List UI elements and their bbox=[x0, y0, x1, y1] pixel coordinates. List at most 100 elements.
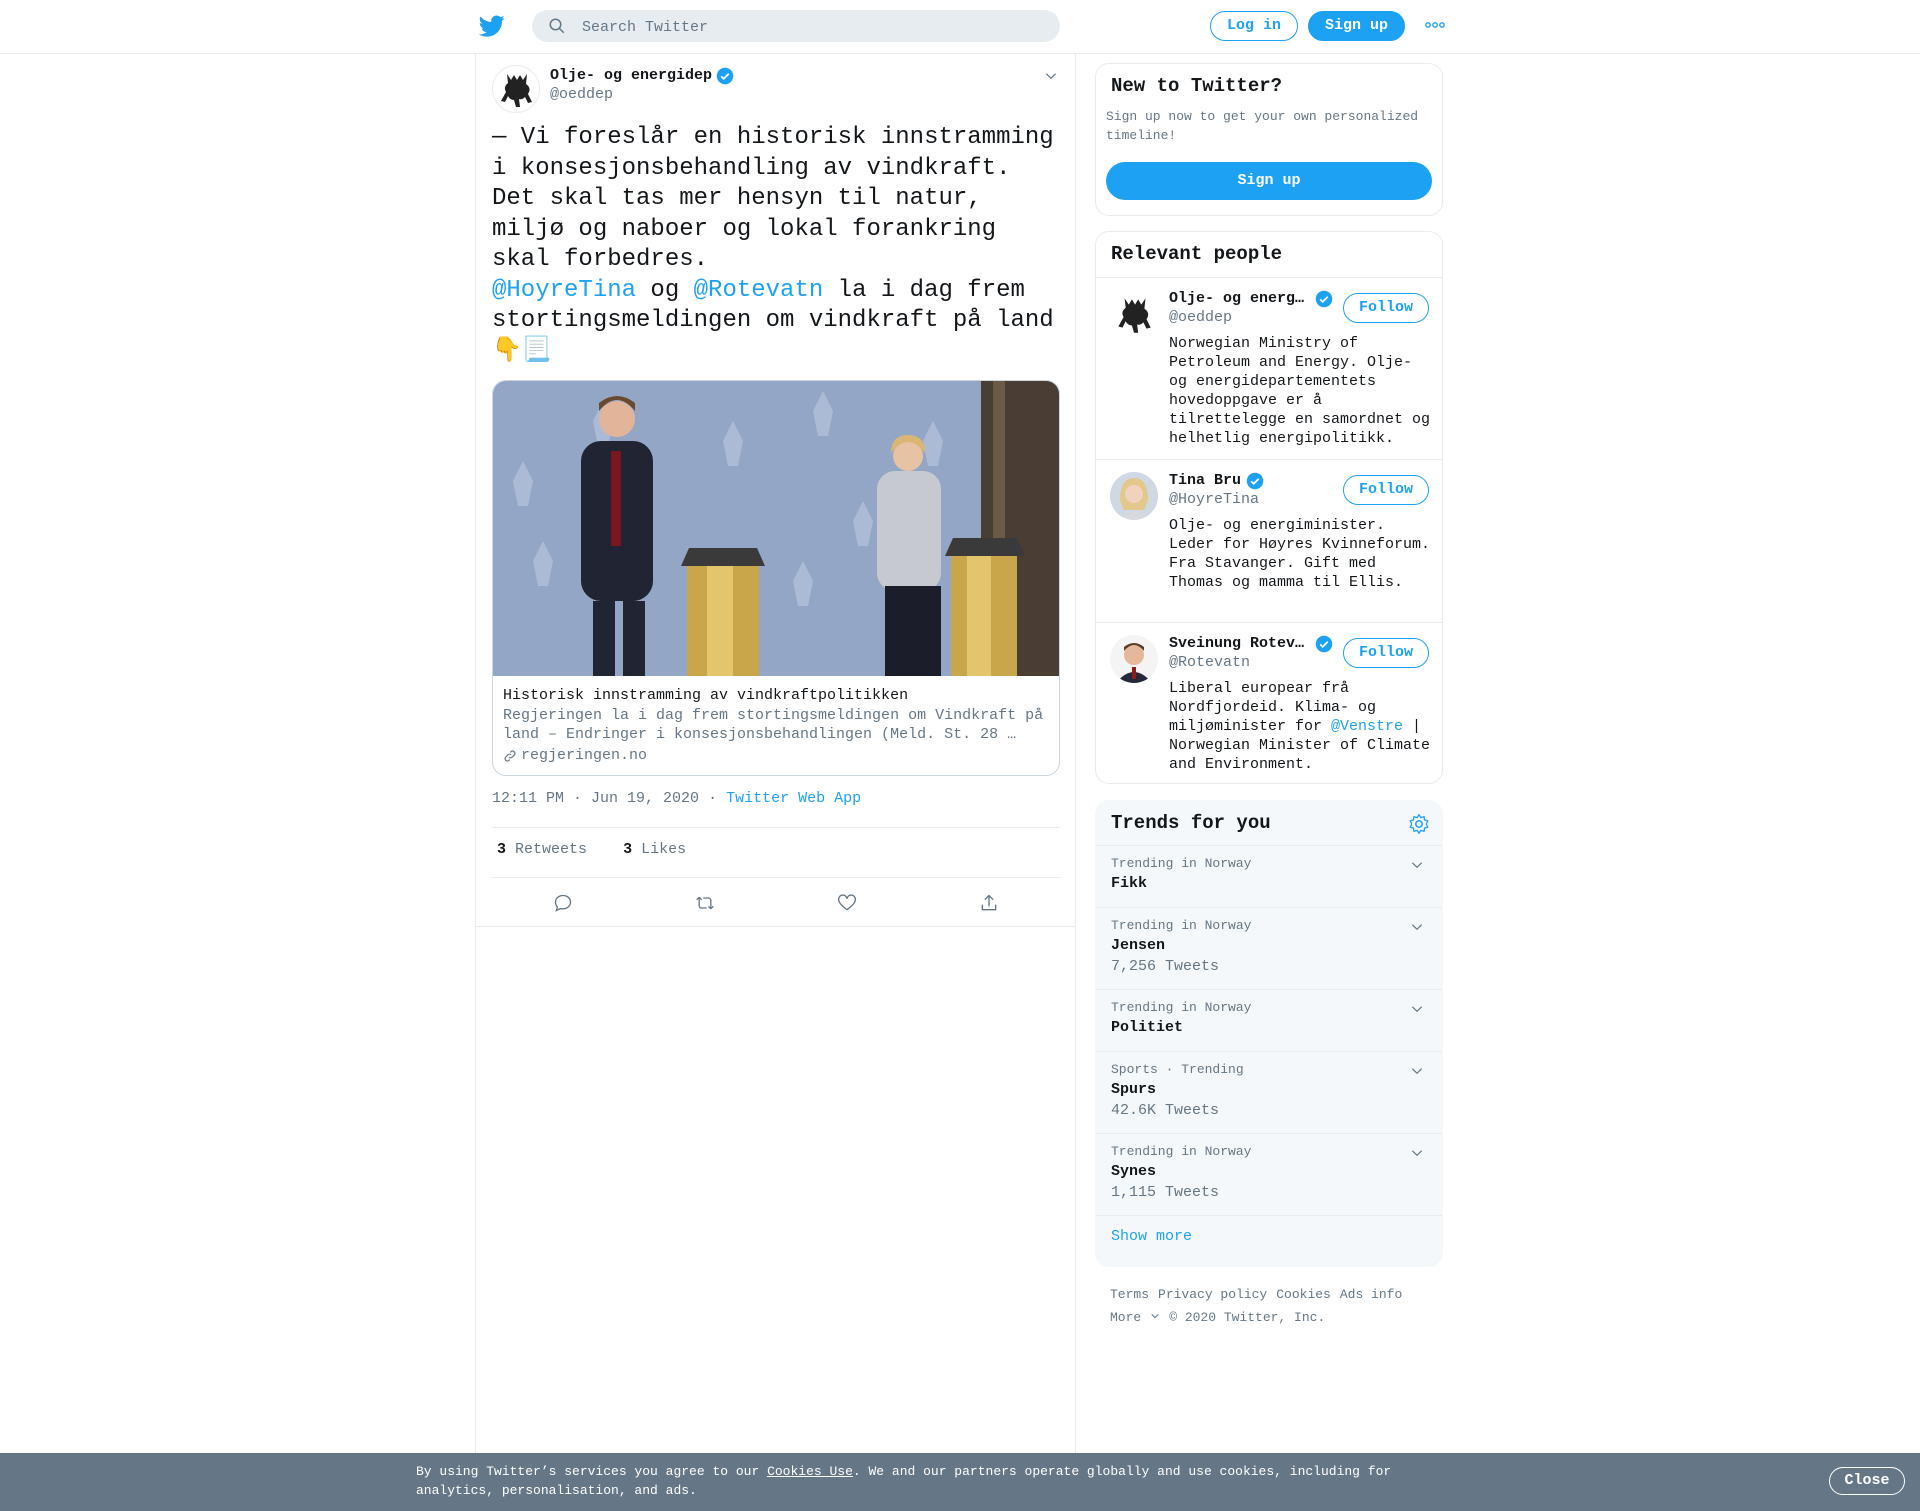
tweet-source-link[interactable]: Twitter Web App bbox=[726, 790, 861, 807]
panel-title: Trends for you bbox=[1111, 812, 1271, 834]
reply-button[interactable] bbox=[550, 890, 576, 916]
reply-icon bbox=[554, 894, 572, 912]
more-link[interactable]: More bbox=[1110, 1310, 1160, 1325]
likes-stat[interactable]: 3 Likes bbox=[623, 841, 686, 858]
profile-photo bbox=[1110, 635, 1158, 683]
gear-icon[interactable] bbox=[1408, 813, 1430, 835]
trends-panel: Trends for you Trending in Norway Fikk T… bbox=[1095, 800, 1443, 1267]
press-conference-photo bbox=[493, 381, 1059, 676]
mention-link[interactable]: @Venstre bbox=[1331, 718, 1403, 735]
more-options-icon[interactable] bbox=[1425, 21, 1445, 29]
author-handle[interactable]: @oeddep bbox=[550, 86, 613, 103]
trend-context: Sports · Trending bbox=[1111, 1062, 1244, 1077]
avatar[interactable] bbox=[492, 65, 540, 113]
person-name[interactable]: Olje- og energ… bbox=[1169, 290, 1304, 307]
author-name[interactable]: Olje- og energidep bbox=[550, 67, 712, 84]
search-box[interactable] bbox=[532, 10, 1060, 44]
verified-badge-icon bbox=[1315, 290, 1333, 308]
person-name[interactable]: Sveinung Rotev… bbox=[1169, 635, 1304, 652]
link-card[interactable]: Historisk innstramming av vindkraftpolit… bbox=[492, 380, 1060, 776]
divider bbox=[492, 877, 1060, 878]
retweets-stat[interactable]: 3 Retweets bbox=[497, 841, 587, 858]
retweets-label: Retweets bbox=[515, 841, 588, 858]
login-button[interactable]: Log in bbox=[1210, 11, 1298, 41]
follow-button[interactable]: Follow bbox=[1343, 293, 1429, 323]
divider bbox=[492, 827, 1060, 828]
avatar[interactable] bbox=[1110, 472, 1158, 520]
tweet-text: — Vi foreslår en historisk innstramming … bbox=[492, 123, 1062, 367]
twitter-logo-icon[interactable] bbox=[478, 13, 506, 39]
trend-item[interactable]: Trending in Norway Synes 1,115 Tweets bbox=[1096, 1133, 1442, 1216]
card-title: Historisk innstramming av vindkraftpolit… bbox=[503, 687, 909, 704]
emoji: 👇📃 bbox=[492, 337, 552, 365]
search-input[interactable] bbox=[580, 10, 1044, 44]
trend-context: Trending in Norway bbox=[1111, 856, 1252, 871]
heart-icon bbox=[838, 894, 856, 911]
chevron-down-icon[interactable] bbox=[1410, 920, 1424, 934]
follow-button[interactable]: Follow bbox=[1343, 475, 1429, 505]
person-card[interactable]: Olje- og energ… @oeddep Follow Norwegian… bbox=[1096, 277, 1442, 459]
chevron-down-icon[interactable] bbox=[1410, 1002, 1424, 1016]
person-name[interactable]: Tina Bru bbox=[1169, 472, 1241, 489]
tweet-timestamp-row: 12:11 PM · Jun 19, 2020 · Twitter Web Ap… bbox=[492, 790, 861, 807]
relevant-people-panel: Relevant people Olje- og energ… @oeddep … bbox=[1095, 231, 1443, 784]
person-bio: Olje- og energiminister. Leder for Høyre… bbox=[1169, 517, 1440, 591]
person-card[interactable]: Tina Bru @HoyreTina Follow Olje- og ener… bbox=[1096, 459, 1442, 622]
retweet-icon bbox=[696, 896, 714, 910]
trend-name: Fikk bbox=[1111, 875, 1148, 892]
trend-footer: Show more bbox=[1096, 1215, 1442, 1266]
chevron-down-icon bbox=[1151, 1313, 1159, 1319]
card-domain: regjeringen.no bbox=[521, 747, 648, 764]
mention-link[interactable]: @Rotevatn bbox=[694, 277, 824, 304]
trend-name: Spurs bbox=[1111, 1081, 1157, 1098]
signup-button[interactable]: Sign up bbox=[1106, 162, 1432, 200]
person-handle[interactable]: @Rotevatn bbox=[1169, 654, 1250, 671]
ads-info-link[interactable]: Ads info bbox=[1340, 1287, 1402, 1302]
likes-count: 3 bbox=[623, 841, 633, 858]
chevron-down-icon[interactable] bbox=[1410, 858, 1424, 872]
terms-link[interactable]: Terms bbox=[1110, 1287, 1149, 1302]
trend-context: Trending in Norway bbox=[1111, 1000, 1252, 1015]
tweet-stats: 3 Retweets 3 Likes bbox=[497, 841, 686, 858]
cookies-link[interactable]: Cookies bbox=[1276, 1287, 1331, 1302]
retweet-button[interactable] bbox=[692, 890, 718, 916]
avatar[interactable] bbox=[1110, 635, 1158, 683]
trend-name: Politiet bbox=[1111, 1019, 1184, 1036]
share-button[interactable] bbox=[976, 890, 1002, 916]
trend-item[interactable]: Trending in Norway Fikk bbox=[1096, 845, 1442, 908]
retweets-count: 3 bbox=[497, 841, 507, 858]
person-handle[interactable]: @HoyreTina bbox=[1169, 491, 1259, 508]
show-more-link[interactable]: Show more bbox=[1111, 1228, 1192, 1245]
chevron-down-icon[interactable] bbox=[1410, 1064, 1424, 1078]
person-handle[interactable]: @oeddep bbox=[1169, 309, 1232, 326]
person-card[interactable]: Sveinung Rotev… @Rotevatn Follow Liberal… bbox=[1096, 622, 1442, 783]
avatar[interactable] bbox=[1110, 290, 1158, 338]
norwegian-lion-crest-icon bbox=[501, 74, 532, 107]
signup-button[interactable]: Sign up bbox=[1308, 11, 1405, 41]
like-button[interactable] bbox=[834, 890, 860, 916]
likes-label: Likes bbox=[641, 841, 687, 858]
privacy-link[interactable]: Privacy policy bbox=[1158, 1287, 1267, 1302]
trend-count: 42.6K Tweets bbox=[1111, 1102, 1220, 1119]
separator: · bbox=[708, 790, 718, 807]
verified-badge-icon bbox=[716, 67, 734, 85]
cookies-use-link[interactable]: Cookies Use bbox=[767, 1464, 853, 1479]
tweet-detail-column: Olje- og energidep @oeddep — Vi foreslår… bbox=[475, 53, 1076, 1453]
trend-context: Trending in Norway bbox=[1111, 918, 1252, 933]
follow-button[interactable]: Follow bbox=[1343, 638, 1429, 668]
person-bio: Liberal europear frå Nordfjordeid. Klima… bbox=[1169, 679, 1435, 774]
tweet-timestamp[interactable]: 12:11 PM · Jun 19, 2020 bbox=[492, 790, 699, 807]
card-description: Regjeringen la i dag frem stortingsmeldi… bbox=[503, 707, 1044, 743]
chevron-down-icon[interactable] bbox=[1410, 1146, 1424, 1160]
trend-item[interactable]: Trending in Norway Politiet bbox=[1096, 989, 1442, 1052]
more-label: More bbox=[1110, 1310, 1142, 1325]
trend-item[interactable]: Sports · Trending Spurs 42.6K Tweets bbox=[1096, 1051, 1442, 1134]
cookie-text: By using Twitter’s services you agree to… bbox=[416, 1462, 1416, 1500]
close-button[interactable]: Close bbox=[1829, 1467, 1905, 1495]
person-bio: Norwegian Ministry of Petroleum and Ener… bbox=[1169, 335, 1440, 447]
trend-item[interactable]: Trending in Norway Jensen 7,256 Tweets bbox=[1096, 907, 1442, 990]
cookie-banner: By using Twitter’s services you agree to… bbox=[0, 1453, 1920, 1511]
chevron-down-icon[interactable] bbox=[1044, 69, 1058, 83]
footer-links: Terms Privacy policy Cookies Ads info More ©… bbox=[1110, 1283, 1440, 1329]
mention-link[interactable]: @HoyreTina bbox=[492, 277, 636, 304]
